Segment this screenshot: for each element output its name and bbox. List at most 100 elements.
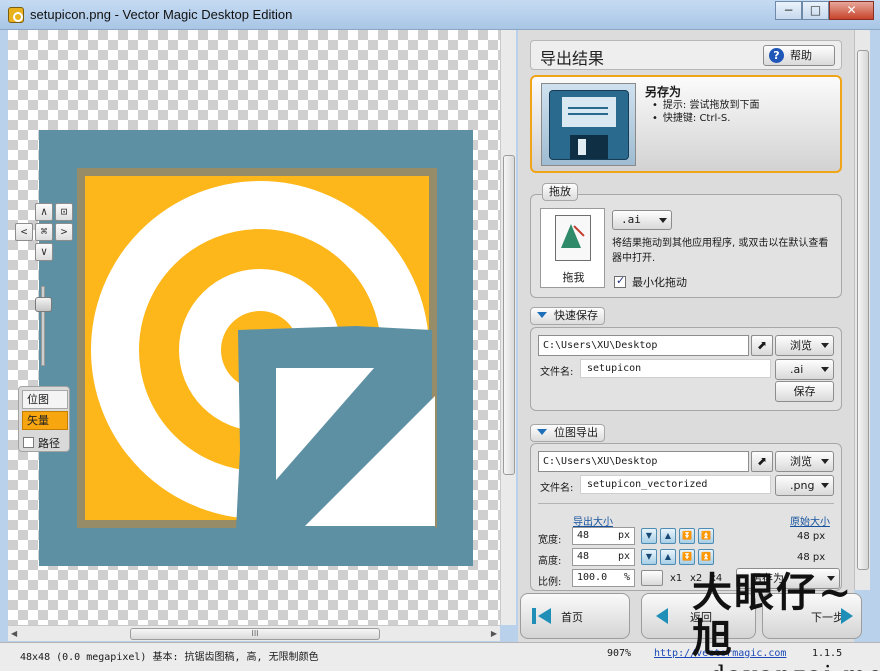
halve-icon[interactable]: ⏬ <box>679 528 695 544</box>
website-link[interactable]: http://vectormagic.com <box>654 648 786 659</box>
bitmap-export-browse-button[interactable]: 浏览 <box>775 451 834 472</box>
width-unit: px <box>617 530 630 541</box>
chevron-down-icon <box>821 459 829 464</box>
help-button[interactable]: ? 帮助 <box>763 45 835 66</box>
lock-ratio-button[interactable] <box>641 570 663 586</box>
scroll-thumb[interactable]: III <box>130 628 380 640</box>
help-icon: ? <box>769 48 784 63</box>
panel-scrollbar[interactable] <box>854 30 870 590</box>
bitmap-export-filename-field[interactable]: setupicon_vectorized <box>580 475 771 494</box>
quick-save-path-field[interactable]: C:\Users\XU\Desktop <box>538 335 749 356</box>
mode-vector[interactable]: 矢量 <box>22 411 68 430</box>
zoom-slider-knob[interactable] <box>35 297 52 312</box>
quick-save-tag[interactable]: 快速保存 <box>530 307 605 325</box>
vector-preview-canvas[interactable]: ∧ ⊡ < ⌘ > ∨ 位图 矢量 路径 <box>8 30 500 625</box>
scroll-thumb[interactable] <box>503 155 515 475</box>
canvas-vertical-scrollbar[interactable] <box>500 30 516 625</box>
quick-save-filename-field[interactable]: setupicon <box>580 359 771 378</box>
open-folder-button[interactable]: ⬈ <box>751 335 773 356</box>
checkbox-box[interactable] <box>23 437 34 448</box>
original-size-header: 原始大小 <box>790 517 830 528</box>
checkbox-box[interactable] <box>614 274 626 288</box>
scale-x2-button[interactable]: x2 <box>690 573 702 584</box>
save-as-card[interactable]: 另存为 提示: 尝试拖放到下面 快捷键: Ctrl-S. <box>530 75 842 173</box>
mode-bitmap[interactable]: 位图 <box>22 390 68 409</box>
window-title: setupicon.png - Vector Magic Desktop Edi… <box>30 7 293 22</box>
chevron-down-icon <box>821 483 829 488</box>
divider <box>538 503 834 504</box>
browse-label: 浏览 <box>790 455 812 468</box>
increase-icon[interactable]: ▲ <box>660 549 676 565</box>
pan-right-button[interactable]: > <box>55 223 73 241</box>
quick-save-button[interactable]: 保存 <box>775 381 834 402</box>
bitmap-export-tag[interactable]: 位图导出 <box>530 424 605 442</box>
browse-label: 浏览 <box>790 339 812 352</box>
quick-save-format-value: .ai <box>790 363 804 376</box>
floppy-disk-icon <box>541 83 636 166</box>
pan-down-button[interactable]: ∨ <box>35 243 53 261</box>
ratio-value: 100.0 <box>577 572 608 583</box>
panel-header: 导出结果 ? 帮助 <box>530 40 842 70</box>
next-button[interactable]: 下一步 <box>762 593 862 639</box>
back-button[interactable]: 返回 <box>641 593 756 639</box>
halve-icon[interactable]: ⏬ <box>679 549 695 565</box>
width-field[interactable]: 48 px <box>572 527 635 545</box>
height-field[interactable]: 48 px <box>572 548 635 566</box>
back-label: 返回 <box>690 611 712 624</box>
scale-x1-button[interactable]: x1 <box>670 573 682 584</box>
vector-magic-app-icon <box>8 7 24 23</box>
fit-view-icon[interactable]: ⊡ <box>55 203 73 221</box>
quick-save-filename-label: 文件名: <box>540 367 574 378</box>
pan-up-button[interactable]: ∧ <box>35 203 53 221</box>
view-mode-switcher: 位图 矢量 路径 <box>18 386 70 452</box>
zoom-fit-icon[interactable]: ⌘ <box>35 223 53 241</box>
double-icon[interactable]: ⏫ <box>698 528 714 544</box>
open-folder-button[interactable]: ⬈ <box>751 451 773 472</box>
open-folder-icon: ⬈ <box>756 454 768 468</box>
drag-format-select[interactable]: .ai <box>612 210 672 230</box>
height-unit: px <box>617 551 630 562</box>
zoom-level: 907% <box>607 648 632 659</box>
mode-path-checkbox[interactable]: 路径 <box>23 435 60 451</box>
back-arrow-icon <box>656 608 668 624</box>
canvas-horizontal-scrollbar[interactable]: ◀ III ▶ <box>8 625 500 641</box>
scroll-right-arrow-icon[interactable]: ▶ <box>491 629 497 638</box>
open-folder-icon: ⬈ <box>756 338 768 352</box>
minimize-drag-checkbox[interactable]: 最小化拖动 <box>614 274 687 290</box>
bitmap-export-format-select[interactable]: .png <box>775 475 834 496</box>
home-button[interactable]: 首页 <box>520 593 630 639</box>
save-as-tip: 提示: 尝试拖放到下面 <box>652 99 760 112</box>
ratio-field[interactable]: 100.0% <box>572 569 635 587</box>
pan-left-button[interactable]: < <box>15 223 33 241</box>
chevron-down-icon <box>827 576 835 581</box>
quick-save-browse-button[interactable]: 浏览 <box>775 335 834 356</box>
scroll-left-arrow-icon[interactable]: ◀ <box>11 629 17 638</box>
close-button[interactable]: ✕ <box>829 1 874 20</box>
scroll-thumb[interactable] <box>857 50 869 570</box>
title-bar: setupicon.png - Vector Magic Desktop Edi… <box>0 0 880 30</box>
status-bar: 48x48 (0.0 megapixel) 基本: 抗锯齿图稿, 高, 无限制颜… <box>0 642 880 671</box>
bitmap-export-format-value: .png <box>790 479 815 492</box>
vectorized-image <box>39 130 473 566</box>
drag-description: 将结果拖动到其他应用程序, 或双击以在默认查看器中打开. <box>612 238 829 264</box>
save-as-title: 另存为 <box>645 85 682 99</box>
double-icon[interactable]: ⏫ <box>698 549 714 565</box>
collapse-arrow-icon <box>537 429 547 435</box>
decrease-icon[interactable]: ▼ <box>641 549 657 565</box>
maximize-button[interactable]: □ <box>802 1 829 20</box>
panel-title: 导出结果 <box>540 49 605 68</box>
minimize-button[interactable]: − <box>775 1 802 20</box>
chevron-down-icon <box>659 218 667 223</box>
bitmap-save-as-label: 另存为 <box>751 572 784 585</box>
chevron-down-icon <box>821 367 829 372</box>
ratio-label: 比例: <box>538 577 562 588</box>
ai-file-icon <box>555 215 591 261</box>
bitmap-save-as-button[interactable]: 另存为 <box>736 568 840 589</box>
drag-source-card[interactable]: 拖我 <box>540 208 605 288</box>
decrease-icon[interactable]: ▼ <box>641 528 657 544</box>
quick-save-format-select[interactable]: .ai <box>775 359 834 380</box>
increase-icon[interactable]: ▲ <box>660 528 676 544</box>
ratio-unit: % <box>623 572 630 583</box>
scale-x4-button[interactable]: x4 <box>710 573 722 584</box>
bitmap-export-path-field[interactable]: C:\Users\XU\Desktop <box>538 451 749 472</box>
